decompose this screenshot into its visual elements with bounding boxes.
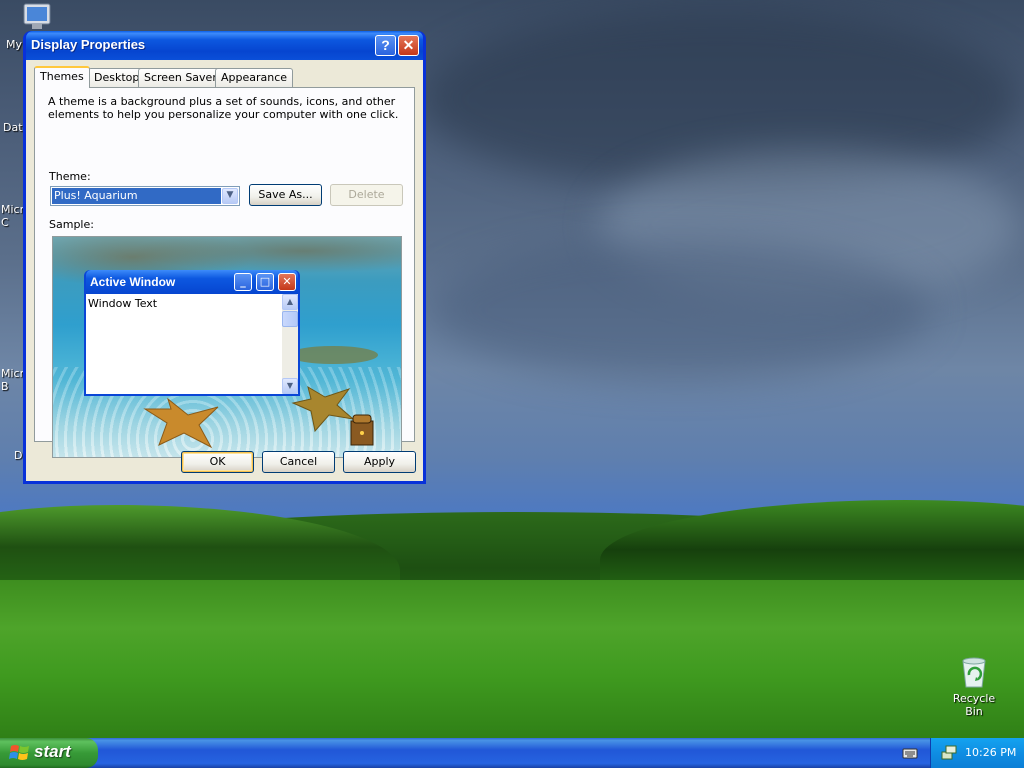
minimize-icon: _ [234,273,252,291]
tab-themes[interactable]: Themes [34,66,90,88]
windows-logo-icon [9,745,29,760]
dropdown-button[interactable]: ▼ [222,188,238,204]
preview-window-title: Active Window [90,275,176,289]
dialog-client-area: Themes Desktop Screen Saver Appearance A… [26,60,423,481]
keyboard-icon [902,748,918,759]
clock[interactable]: 10:26 PM [965,746,1016,759]
title-bar[interactable]: Display Properties ? ✕ [26,31,423,60]
help-button[interactable]: ? [375,35,396,56]
ok-button[interactable]: OK [181,451,254,473]
taskbar: start 10:26 PM [0,738,1024,768]
preview-title-bar: Active Window _ □ ✕ [86,270,298,294]
start-button[interactable]: start [0,738,98,768]
save-as-button[interactable]: Save As... [249,184,322,206]
scroll-down-icon: ▼ [282,378,298,394]
start-label: start [34,742,71,761]
window-title: Display Properties [31,37,146,52]
themes-description: A theme is a background plus a set of so… [48,95,399,121]
my-computer-icon [23,3,51,29]
meadow-shape [0,580,1024,738]
maximize-icon: □ [256,273,274,291]
chevron-down-icon: ▼ [226,190,234,200]
preview-window-body: Window Text ▲ ▼ [86,294,298,394]
apply-button[interactable]: Apply [343,451,416,473]
display-properties-window: Display Properties ? ✕ Themes Desktop Sc… [23,31,426,484]
network-icon[interactable] [940,744,958,762]
preview-window-text: Window Text [88,297,158,310]
recycle-bin-icon [962,657,986,688]
scroll-thumb [282,311,298,327]
close-icon: ✕ [278,273,296,291]
desktop-icon-label[interactable]: D [14,449,22,462]
close-icon: ✕ [402,37,415,53]
cloud-shape [430,240,930,380]
desktop-icon-label[interactable]: Micro C [1,203,25,229]
themes-panel: A theme is a background plus a set of so… [34,87,415,458]
recycle-bin-label: Recycle Bin [952,692,996,718]
tab-desktop[interactable]: Desktop [88,68,146,87]
desktop-icon-label[interactable]: Dat [3,121,23,134]
close-button[interactable]: ✕ [398,35,419,56]
tab-appearance[interactable]: Appearance [215,68,294,87]
desktop-icon-label[interactable]: My [6,38,22,51]
keyboard-tray-icon[interactable] [902,746,918,760]
theme-dropdown[interactable]: Plus! Aquarium ▼ [50,186,240,206]
tab-screen-saver[interactable]: Screen Saver [138,68,223,87]
scroll-up-icon: ▲ [282,294,298,310]
theme-selected-value: Plus! Aquarium [52,188,221,204]
theme-label: Theme: [49,170,91,183]
sample-label: Sample: [49,218,94,231]
preview-scrollbar: ▲ ▼ [282,294,298,394]
desktop-icon-recycle-bin[interactable]: Recycle Bin [944,655,1004,718]
delete-button[interactable]: Delete [330,184,403,206]
desktop-icon-my-computer[interactable] [20,2,56,32]
desktop-icon-label[interactable]: Micro B [1,367,25,393]
system-tray: 10:26 PM [930,738,1024,768]
theme-sample-preview: Active Window _ □ ✕ Window Text ▲ ▼ [52,236,402,458]
cancel-button[interactable]: Cancel [262,451,335,473]
active-window-preview: Active Window _ □ ✕ Window Text ▲ ▼ [84,270,300,396]
